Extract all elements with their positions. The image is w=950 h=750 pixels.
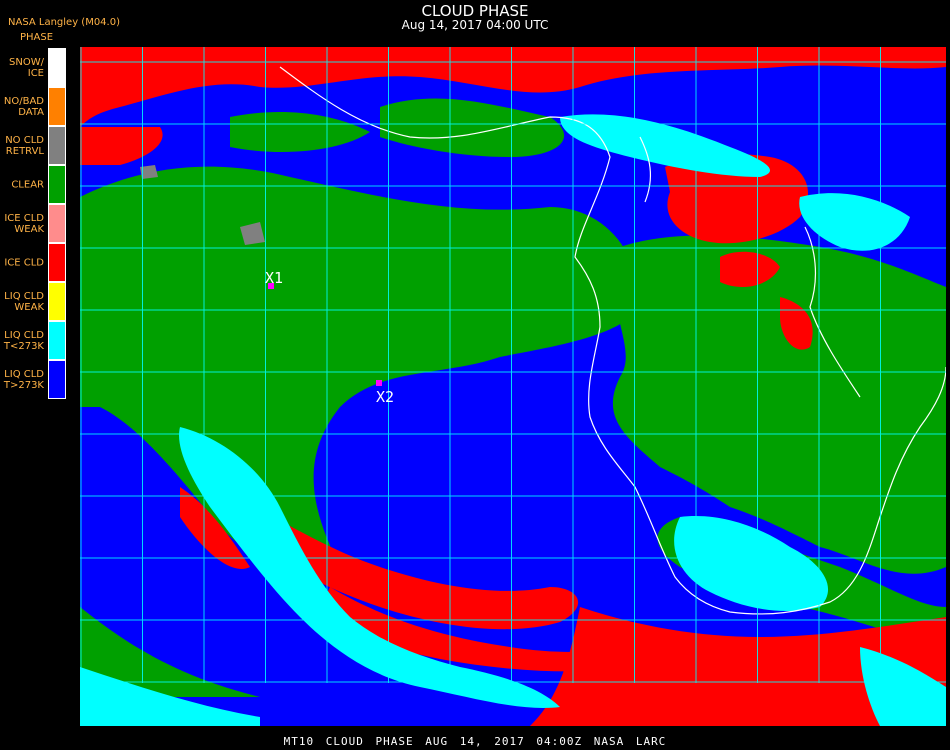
legend-item-label: ICE CLD WEAK xyxy=(4,212,44,235)
brand-label: NASA Langley (M04.0) xyxy=(8,17,120,28)
legend-swatch xyxy=(48,48,66,87)
legend-swatch xyxy=(48,204,66,243)
legend-item-label: LIQ CLD T>273K xyxy=(3,368,44,391)
legend-title: PHASE xyxy=(20,32,54,43)
map-canvas: X1 X2 xyxy=(80,47,946,726)
legend-item-label: NO CLD RETRVL xyxy=(5,134,44,157)
legend-item: SNOW/ ICE xyxy=(0,48,66,87)
legend-item-label: NO/BAD DATA xyxy=(3,95,44,118)
legend-item: LIQ CLD T<273K xyxy=(0,321,66,360)
legend-swatch xyxy=(48,243,66,282)
legend-swatch xyxy=(48,126,66,165)
legend-item: ICE CLD xyxy=(0,243,66,282)
marker-x2-label: X2 xyxy=(376,388,394,406)
legend-swatch xyxy=(48,282,66,321)
legend-swatch xyxy=(48,321,66,360)
legend-item: NO CLD RETRVL xyxy=(0,126,66,165)
legend: SNOW/ ICE NO/BAD DATA NO CLD RETRVL CLEAR IC… xyxy=(0,48,66,399)
marker-x2-dot xyxy=(376,380,382,386)
legend-swatch xyxy=(48,360,66,399)
legend-item: ICE CLD WEAK xyxy=(0,204,66,243)
legend-item-label: LIQ CLD T<273K xyxy=(3,329,44,352)
legend-item-label: ICE CLD xyxy=(4,257,44,268)
legend-item-label: CLEAR xyxy=(11,179,44,190)
legend-item-label: LIQ CLD WEAK xyxy=(4,290,44,313)
footer-caption: MT10 CLOUD PHASE AUG 14, 2017 04:00Z NAS… xyxy=(283,735,667,748)
chart-timestamp: Aug 14, 2017 04:00 UTC xyxy=(401,18,549,32)
legend-item: LIQ CLD T>273K xyxy=(0,360,66,399)
legend-swatch xyxy=(48,87,66,126)
marker-x1: X1 xyxy=(265,269,283,289)
cloud-phase-map: X1 X2 xyxy=(80,47,946,726)
legend-item: NO/BAD DATA xyxy=(0,87,66,126)
marker-x1-label: X1 xyxy=(265,269,283,287)
legend-item: LIQ CLD WEAK xyxy=(0,282,66,321)
legend-item-label: SNOW/ ICE xyxy=(9,56,44,79)
legend-item: CLEAR xyxy=(0,165,66,204)
legend-swatch xyxy=(48,165,66,204)
